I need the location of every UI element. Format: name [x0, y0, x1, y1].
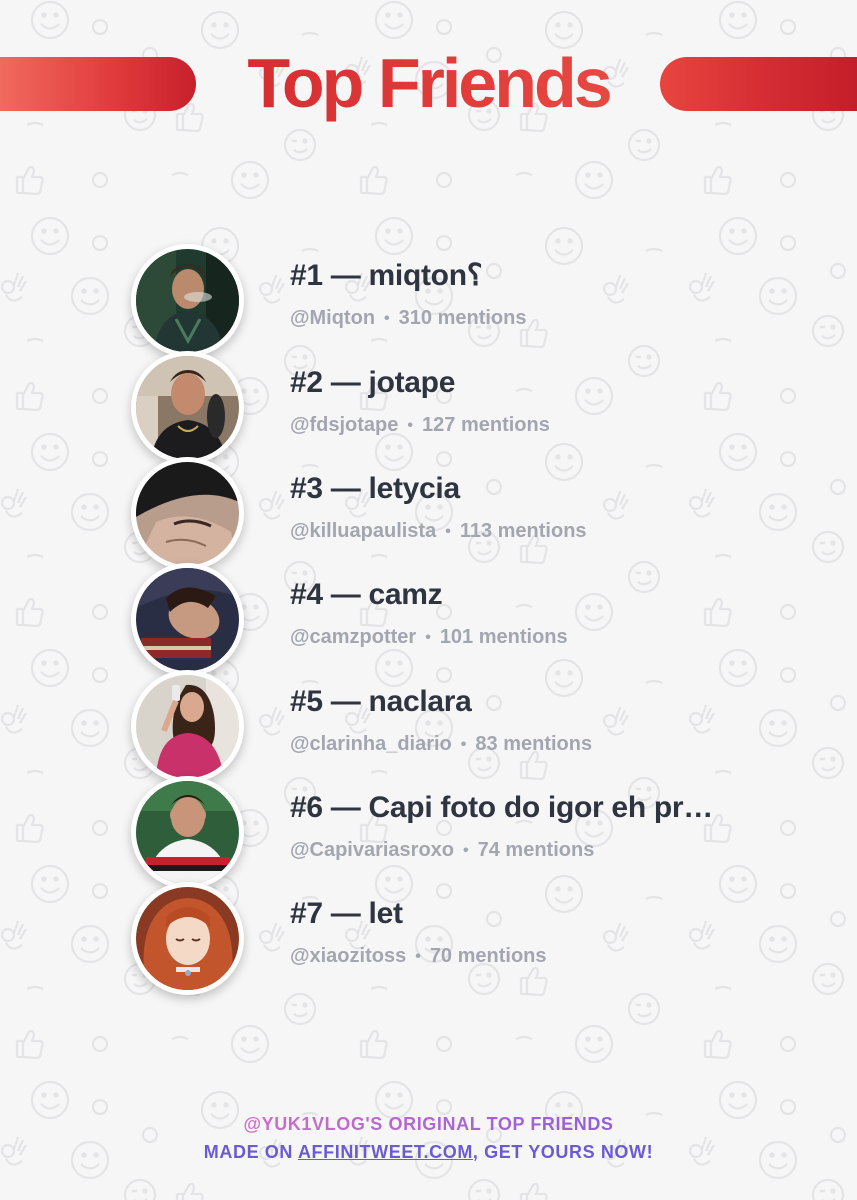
friend-row[interactable]: #7 — let @xiaozitoss • 70 mentions: [0, 882, 857, 995]
mention-count: 310 mentions: [398, 307, 527, 329]
friend-row[interactable]: #5 — naclara @clarinha_diario • 83 mention…: [0, 670, 857, 783]
friend-meta: @killuapaulista • 113 mentions: [290, 519, 810, 544]
mention-count: 127 mentions: [422, 414, 550, 436]
friend-handle[interactable]: @killuapaulista: [290, 520, 436, 542]
friend-row[interactable]: #4 — camz @camzpotter • 101 mentions: [0, 563, 857, 676]
page-title: Top Friends: [0, 40, 857, 126]
friend-meta: @clarinha_diario • 83 mentions: [290, 732, 810, 757]
friend-handle[interactable]: @fdsjotape: [290, 414, 398, 436]
friend-name: #3 — letycia: [290, 472, 460, 505]
mention-count: 83 mentions: [475, 733, 593, 755]
friend-row[interactable]: #2 — jotape @fdsjotape • 127 mentions: [0, 351, 857, 464]
footer: @YUK1VLOG'S ORIGINAL TOP FRIENDS MADE ON…: [0, 1110, 857, 1166]
friend-name: #5 — naclara: [290, 685, 472, 718]
friend-name: #6 — Capi foto do igor eh pr…: [290, 791, 713, 824]
avatar[interactable]: [131, 244, 244, 357]
friend-row[interactable]: #3 — letycia @killuapaulista • 113 mention…: [0, 457, 857, 570]
friend-meta: @fdsjotape • 127 mentions: [290, 413, 810, 438]
friend-name: #1 — miqton⸮: [290, 259, 483, 292]
footer-promo-prefix: MADE ON: [203, 1142, 298, 1162]
friend-row[interactable]: #1 — miqton⸮ @Miqton • 310 mentions: [0, 244, 857, 357]
avatar[interactable]: [131, 882, 244, 995]
friend-name: #2 — jotape: [290, 366, 456, 399]
friend-handle[interactable]: @clarinha_diario: [290, 733, 452, 755]
mention-count: 101 mentions: [439, 626, 568, 648]
meta-separator: •: [384, 310, 390, 327]
meta-separator: •: [415, 948, 421, 965]
footer-credit: @YUK1VLOG'S ORIGINAL TOP FRIENDS: [243, 1110, 613, 1138]
friend-meta: @Capivariasroxo • 74 mentions: [290, 838, 810, 863]
avatar[interactable]: [131, 670, 244, 783]
meta-separator: •: [460, 736, 467, 753]
friend-meta: @Miqton • 310 mentions: [290, 306, 810, 331]
friend-meta: @camzpotter • 101 mentions: [290, 625, 810, 650]
mention-count: 70 mentions: [429, 945, 547, 967]
friend-handle[interactable]: @Capivariasroxo: [290, 839, 454, 861]
footer-promo: MADE ON AFFINITWEET.COM, GET YOURS NOW!: [0, 1138, 857, 1166]
avatar[interactable]: [131, 776, 244, 889]
friend-handle[interactable]: @xiaozitoss: [290, 945, 406, 967]
avatar[interactable]: [131, 351, 244, 464]
meta-separator: •: [407, 417, 414, 434]
friend-handle[interactable]: @camzpotter: [290, 626, 416, 648]
meta-separator: •: [425, 629, 431, 646]
mention-count: 74 mentions: [477, 839, 595, 861]
meta-separator: •: [463, 842, 469, 859]
affinitweet-link[interactable]: AFFINITWEET.COM: [298, 1142, 473, 1162]
friend-name: #7 — let: [290, 897, 403, 930]
avatar[interactable]: [131, 457, 244, 570]
friend-meta: @xiaozitoss • 70 mentions: [290, 944, 810, 969]
meta-separator: •: [445, 523, 451, 540]
friend-name: #4 — camz: [290, 578, 443, 611]
friend-row[interactable]: #6 — Capi foto do igor eh pr… @Capivaria…: [0, 776, 857, 889]
mention-count: 113 mentions: [459, 520, 587, 542]
avatar[interactable]: [131, 563, 244, 676]
friend-handle[interactable]: @Miqton: [290, 307, 375, 329]
footer-promo-suffix: , GET YOURS NOW!: [472, 1142, 654, 1162]
